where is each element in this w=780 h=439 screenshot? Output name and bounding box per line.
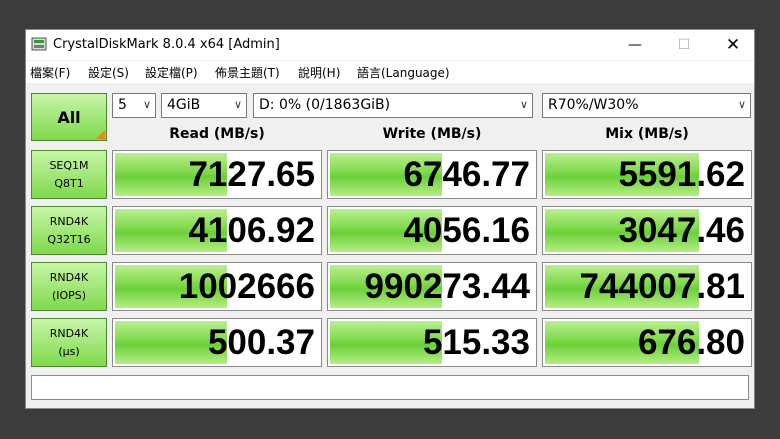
result-write-rnd4k-q32t16: 4056.16 [327,206,537,255]
menu-settings[interactable]: 設定(S) [88,64,129,81]
test-button-rnd4k-q32t16[interactable]: RND4K Q32T16 [31,206,107,255]
menu-bar: 檔案(F) 設定(S) 設定檔(P) 佈景主題(T) 說明(H) 語言(Lang… [26,61,754,83]
test-label-line2: (IOPS) [51,288,87,302]
menu-file[interactable]: 檔案(F) [30,64,70,81]
result-write-rnd4k-iops: 990273.44 [327,262,537,311]
result-value: 5591.62 [618,154,745,194]
result-value: 1002666 [178,266,315,306]
crystaldiskmark-window: CrystalDiskMark 8.0.4 x64 [Admin] — ☐ ✕ … [25,29,755,409]
result-mix-seq1m: 5591.62 [542,150,752,199]
result-value: 990273.44 [364,266,530,306]
chevron-down-icon: ∨ [519,98,528,111]
mix-column-header: Mix (MB/s) [605,126,689,142]
test-label-line2: Q8T1 [54,176,84,190]
result-mix-rnd4k-q32t16: 3047.46 [542,206,752,255]
test-button-seq1m-q8t1[interactable]: SEQ1M Q8T1 [31,150,107,199]
mix-ratio-select[interactable]: R70%/W30% ∨ [542,93,751,118]
drive-value: D: 0% (0/1863GiB) [259,97,391,113]
test-label-line2: Q32T16 [47,232,91,246]
result-value: 500.37 [207,322,315,362]
result-value: 3047.46 [618,210,745,250]
menu-language[interactable]: 語言(Language) [357,64,450,81]
menu-profile[interactable]: 設定檔(P) [145,64,198,81]
test-label-line2: (μs) [58,344,80,358]
comment-field[interactable] [31,375,749,400]
test-label-line1: RND4K [49,214,89,228]
result-read-seq1m: 7127.65 [112,150,322,199]
result-read-rnd4k-q32t16: 4106.92 [112,206,322,255]
mix-ratio-value: R70%/W30% [548,97,639,113]
write-column-header: Write (MB/s) [382,126,482,142]
result-value: 4056.16 [403,210,530,250]
result-mix-rnd4k-latency: 676.80 [542,318,752,367]
corner-marker-icon [96,130,105,139]
result-value: 4106.92 [188,210,315,250]
menu-theme[interactable]: 佈景主題(T) [215,64,280,81]
window-title: CrystalDiskMark 8.0.4 x64 [Admin] [53,37,280,52]
result-value: 676.80 [637,322,745,362]
test-button-rnd4k-latency[interactable]: RND4K (μs) [31,318,107,367]
test-size-value: 4GiB [167,97,201,113]
minimize-button[interactable]: — [612,30,658,60]
chevron-down-icon: ∨ [142,98,151,111]
result-write-seq1m: 6746.77 [327,150,537,199]
test-count-select[interactable]: 5 ∨ [112,93,156,118]
title-bar[interactable]: CrystalDiskMark 8.0.4 x64 [Admin] — ☐ ✕ [26,30,754,60]
result-value: 744007.81 [579,266,745,306]
read-column-header: Read (MB/s) [169,126,265,142]
result-value: 6746.77 [403,154,530,194]
result-read-rnd4k-iops: 1002666 [112,262,322,311]
app-disk-icon [31,37,47,51]
test-count-value: 5 [118,97,127,113]
test-button-rnd4k-iops[interactable]: RND4K (IOPS) [31,262,107,311]
chevron-down-icon: ∨ [737,98,746,111]
close-button[interactable]: ✕ [710,30,756,60]
test-size-select[interactable]: 4GiB ∨ [161,93,247,118]
test-label-line1: RND4K [49,326,89,340]
all-button-label: All [57,107,81,127]
all-button[interactable]: All [31,93,107,141]
drive-select[interactable]: D: 0% (0/1863GiB) ∨ [253,93,533,118]
result-value: 515.33 [422,322,530,362]
result-mix-rnd4k-iops: 744007.81 [542,262,752,311]
chevron-down-icon: ∨ [233,98,242,111]
result-value: 7127.65 [188,154,315,194]
menu-help[interactable]: 說明(H) [298,64,340,81]
test-label-line1: SEQ1M [49,158,89,172]
result-read-rnd4k-latency: 500.37 [112,318,322,367]
test-label-line1: RND4K [49,270,89,284]
maximize-button[interactable]: ☐ [661,30,707,60]
result-write-rnd4k-latency: 515.33 [327,318,537,367]
